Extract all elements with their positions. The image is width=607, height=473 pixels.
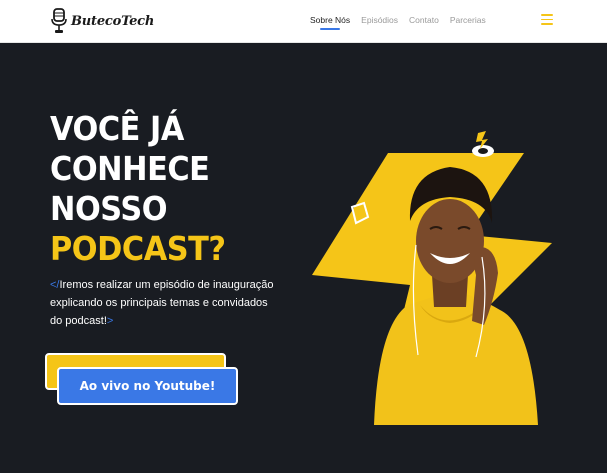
headline-line-3: NOSSO	[50, 189, 168, 228]
nav-item-sobre-nos[interactable]: Sobre Nós	[310, 14, 350, 30]
hero-illustration	[312, 131, 552, 425]
brand-logo[interactable]: ButecoTech	[50, 6, 154, 36]
hero-section: VOCÊ JÁ CONHECE NOSSO PODCAST? </Iremos …	[0, 43, 607, 473]
brand-name: ButecoTech	[71, 13, 155, 29]
code-close-tag: >	[106, 315, 114, 327]
headline-line-1: VOCÊ JÁ	[50, 109, 184, 148]
nav-item-parcerias[interactable]: Parcerias	[450, 14, 486, 26]
main-nav: Sobre Nós Episódios Contato Parcerias	[310, 14, 486, 30]
nav-item-episodios[interactable]: Episódios	[361, 14, 398, 26]
site-header: ButecoTech Sobre Nós Episódios Contato P…	[0, 0, 607, 43]
cta-group: Ao vivo no Youtube!	[45, 353, 240, 407]
hero-headline: VOCÊ JÁ CONHECE NOSSO PODCAST?	[50, 109, 271, 269]
description-text: Iremos realizar um episódio de inauguraç…	[50, 279, 274, 327]
headline-highlight: PODCAST?	[50, 229, 226, 268]
microphone-logo-icon	[51, 8, 67, 33]
hero-description: </Iremos realizar um episódio de inaugur…	[50, 276, 280, 330]
youtube-live-button[interactable]: Ao vivo no Youtube!	[57, 367, 238, 405]
vinyl-record-icon	[472, 131, 494, 157]
nav-item-contato[interactable]: Contato	[409, 14, 439, 26]
headline-line-2: CONHECE	[50, 149, 210, 188]
hamburger-menu-icon[interactable]	[541, 14, 553, 25]
